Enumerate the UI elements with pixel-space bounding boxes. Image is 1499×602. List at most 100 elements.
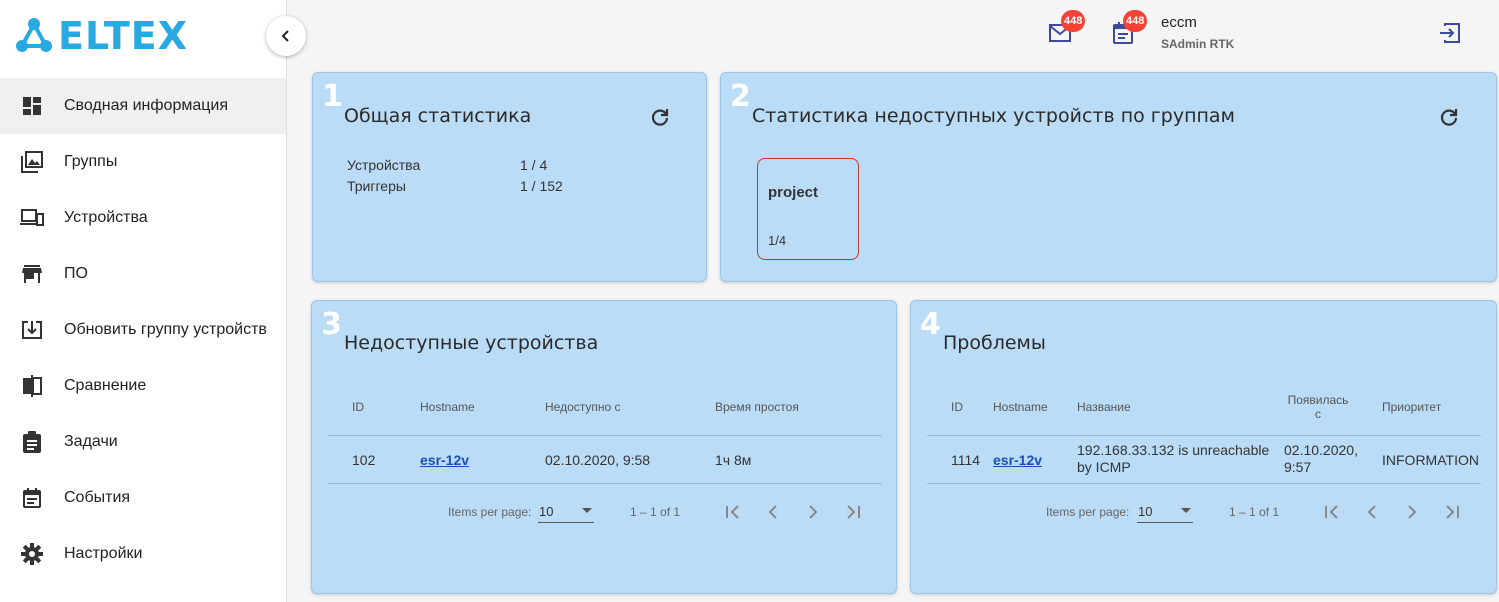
stat-label: Устройства (347, 157, 421, 173)
items-per-page-value: 10 (539, 504, 554, 519)
sidebar-item-label: ПО (64, 265, 88, 282)
next-page-icon[interactable] (1402, 502, 1422, 522)
sidebar-item-groups[interactable]: Группы (0, 134, 286, 190)
sidebar-item-label: Сводная информация (64, 97, 228, 114)
refresh-icon[interactable] (648, 106, 672, 130)
previous-page-icon[interactable] (763, 502, 783, 522)
items-per-page-label: Items per page: (1046, 505, 1130, 519)
dropdown-arrow-icon (582, 508, 592, 513)
sidebar-item-devices[interactable]: Устройства (0, 190, 286, 246)
refresh-icon[interactable] (1437, 106, 1461, 130)
sidebar-item-dashboard[interactable]: Сводная информация (0, 78, 286, 134)
cell-unavailable-since: 02.10.2020, 9:58 (545, 452, 651, 468)
image-library-icon (20, 150, 44, 174)
divider (328, 435, 882, 436)
chevron-left-icon (281, 30, 289, 42)
logout-icon (1440, 23, 1460, 43)
sidebar-item-label: Обновить группу устройств (64, 321, 267, 338)
event-note-icon (20, 486, 44, 510)
cell-priority: INFORMATION (1382, 452, 1479, 468)
card-title: Общая статистика (344, 105, 532, 127)
items-per-page-select[interactable]: 10 (538, 501, 594, 523)
sidebar-item-label: Устройства (64, 209, 148, 226)
top-header: 448 448 eccm SAdmin RTK (308, 0, 1499, 66)
sidebar-item-label: Сравнение (64, 377, 147, 394)
general-stats-card: 1 Общая статистика Устройства 1 / 4 Триг… (312, 72, 707, 282)
first-page-icon[interactable] (723, 502, 743, 522)
notes-badge: 448 (1123, 10, 1148, 32)
items-per-page-value: 10 (1138, 504, 1153, 519)
page-range: 1 – 1 of 1 (630, 505, 681, 519)
sidebar-item-settings[interactable]: Настройки (0, 526, 286, 582)
card-number: 2 (730, 79, 751, 114)
divider (328, 483, 882, 484)
card-number: 3 (321, 307, 342, 342)
sidebar-item-label: Настройки (64, 545, 143, 562)
hostname-link[interactable]: esr-12v (420, 452, 469, 468)
mail-badge: 448 (1061, 10, 1086, 32)
hostname-link[interactable]: esr-12v (993, 452, 1042, 468)
last-page-icon[interactable] (1442, 502, 1462, 522)
unavailable-devices-card: 3 Недоступные устройства ID Hostname Нед… (311, 300, 897, 594)
sidebar: ELTEX Сводная информация Группы Устройст… (0, 0, 287, 602)
store-icon (20, 262, 44, 286)
cell-downtime: 1ч 8м (715, 452, 752, 468)
gear-icon (20, 542, 44, 566)
eltex-logo[interactable]: ELTEX (14, 14, 188, 58)
column-header-hostname[interactable]: Hostname (420, 400, 475, 414)
dropdown-arrow-icon (1181, 508, 1191, 513)
dashboard-icon (20, 94, 44, 118)
user-name: eccm (1161, 14, 1197, 31)
card-number: 1 (322, 79, 343, 114)
column-header-id[interactable]: ID (951, 400, 963, 414)
first-page-icon[interactable] (1322, 502, 1342, 522)
sidebar-item-tasks[interactable]: Задачи (0, 414, 286, 470)
user-role: SAdmin RTK (1161, 37, 1235, 51)
sidebar-collapse-button[interactable] (266, 16, 306, 56)
card-title: Недоступные устройства (344, 332, 599, 354)
column-header-name[interactable]: Название (1077, 400, 1131, 414)
sidebar-item-software[interactable]: ПО (0, 246, 286, 302)
sidebar-item-events[interactable]: События (0, 470, 286, 526)
column-header-hostname[interactable]: Hostname (993, 400, 1048, 414)
stat-value: 1 / 4 (520, 157, 548, 173)
column-header-unavailable-since[interactable]: Недоступно с (545, 400, 621, 414)
page-range: 1 – 1 of 1 (1229, 505, 1280, 519)
column-header-appeared[interactable]: Появилась с (1283, 393, 1353, 421)
cell-problem-name: 192.168.33.132 is unreachable by ICMP (1077, 442, 1270, 475)
mail-button[interactable]: 448 (1049, 10, 1086, 46)
eltex-logo-icon (16, 18, 52, 52)
group-count: 1/4 (768, 233, 787, 248)
stat-label: Триггеры (347, 178, 406, 194)
divider (927, 435, 1481, 436)
sidebar-item-label: Задачи (64, 433, 118, 450)
column-header-priority[interactable]: Приоритет (1382, 400, 1441, 414)
compare-icon (20, 374, 44, 398)
sidebar-nav: Сводная информация Группы Устройства ПО … (0, 78, 286, 582)
group-tile[interactable]: project 1/4 (757, 158, 859, 260)
items-per-page-label: Items per page: (448, 505, 532, 519)
notes-button[interactable]: 448 (1111, 10, 1148, 46)
group-name: project (768, 184, 819, 201)
previous-page-icon[interactable] (1362, 502, 1382, 522)
items-per-page-select[interactable]: 10 (1137, 501, 1193, 523)
logout-button[interactable] (1439, 22, 1461, 49)
group-stats-card: 2 Статистика недоступных устройств по гр… (720, 72, 1497, 282)
next-page-icon[interactable] (803, 502, 823, 522)
sidebar-item-compare[interactable]: Сравнение (0, 358, 286, 414)
cell-id: 1114 (951, 452, 981, 468)
stat-value: 1 / 152 (520, 178, 563, 194)
cell-id: 102 (352, 452, 376, 468)
card-number: 4 (920, 307, 941, 342)
column-header-id[interactable]: ID (352, 400, 364, 414)
sidebar-item-update-group[interactable]: Обновить группу устройств (0, 302, 286, 358)
last-page-icon[interactable] (843, 502, 863, 522)
download-box-icon (20, 318, 44, 342)
sidebar-item-label: События (64, 489, 131, 506)
card-title: Статистика недоступных устройств по груп… (752, 105, 1235, 127)
logo-text: ELTEX (58, 14, 189, 58)
problems-card: 4 Проблемы ID Hostname Название Появилас… (910, 300, 1497, 594)
column-header-downtime[interactable]: Время простоя (715, 400, 799, 414)
sidebar-item-label: Группы (64, 153, 118, 170)
devices-icon (20, 206, 44, 230)
